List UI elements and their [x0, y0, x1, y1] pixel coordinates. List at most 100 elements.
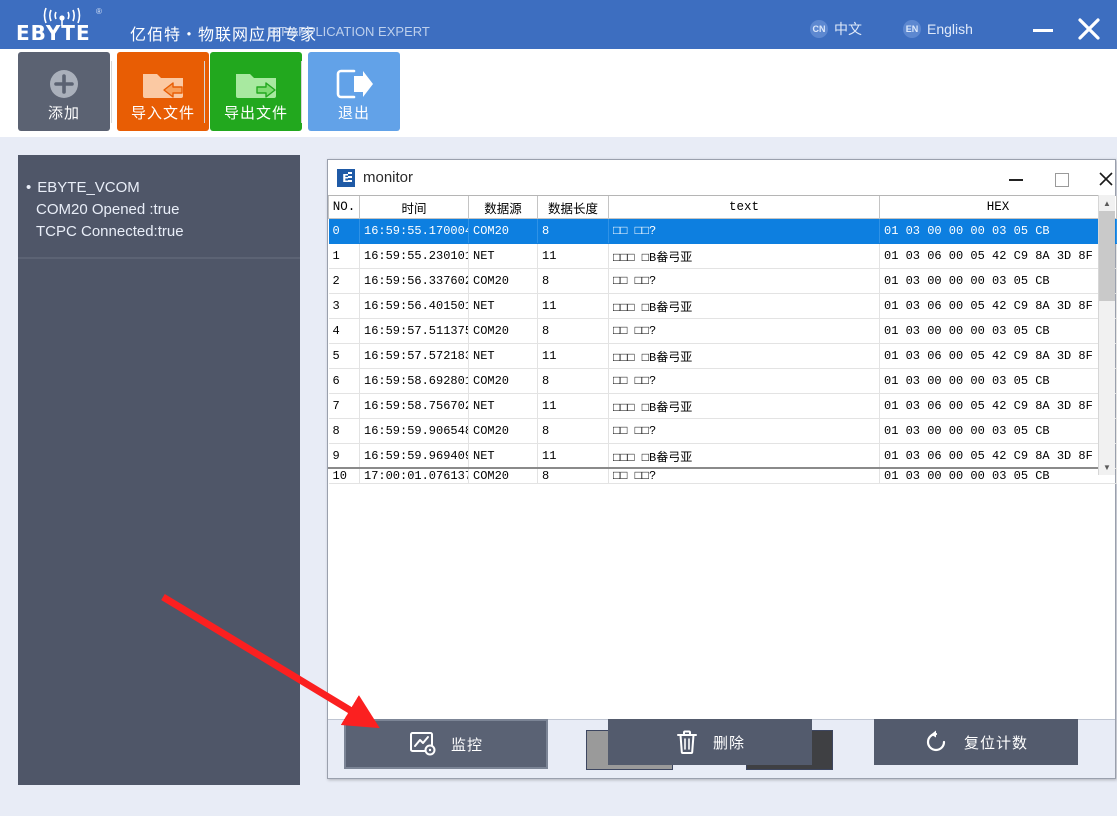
toolbar-button-import[interactable]: 导入文件: [117, 52, 209, 131]
monitor-action-button[interactable]: 监控: [344, 719, 548, 769]
language-switch-english[interactable]: EN English: [903, 18, 973, 40]
cell-source: NET: [468, 443, 538, 469]
toolbar-divider: [301, 61, 302, 123]
column-header-hex[interactable]: HEX: [879, 196, 1117, 219]
table-row[interactable]: 6 16:59:58.6928017 COM20 8 □□ □□? 01 03 00 00…: [328, 368, 1117, 394]
cell-time: 16:59:56.4015013: [359, 293, 469, 319]
cell-length: 11: [537, 443, 609, 469]
cell-hex: 01 03 06 00 05 42 C9 8A 3D 8F 82: [879, 393, 1117, 419]
cell-no: 8: [328, 418, 360, 444]
column-header-text[interactable]: text: [608, 196, 880, 219]
cell-length: 11: [537, 343, 609, 369]
cell-hex: 01 03 00 00 00 03 05 CB: [879, 318, 1117, 344]
cell-source: COM20: [468, 468, 538, 484]
column-header-length[interactable]: 数据长度: [537, 196, 609, 219]
cell-text: □□□ □B畚弓亚: [608, 393, 880, 419]
device-name: EBYTE_VCOM: [18, 177, 300, 199]
cell-hex: 01 03 06 00 05 42 C9 8A 3D 8F 82: [879, 343, 1117, 369]
cell-no: 0: [328, 218, 360, 244]
main-content-area: EBYTE_VCOM COM20 Opened :true TCPC Conne…: [0, 137, 1117, 816]
monitor-action-label: 监控: [450, 736, 483, 754]
toolbar-label-exit: 退出: [337, 105, 370, 122]
column-header-time[interactable]: 时间: [359, 196, 469, 219]
cell-hex: 01 03 00 00 00 03 05 CB: [879, 468, 1117, 484]
cell-no: 5: [328, 343, 360, 369]
monitor-window-icon: E: [337, 169, 355, 187]
monitor-close-icon[interactable]: [1091, 168, 1117, 190]
toolbar-button-export[interactable]: 导出文件: [210, 52, 302, 131]
cell-no: 4: [328, 318, 360, 344]
device-com-status: COM20 Opened :true: [36, 201, 180, 218]
cell-source: NET: [468, 393, 538, 419]
cell-text: □□ □□?: [608, 218, 880, 244]
table-row[interactable]: 8 16:59:59.9065485 COM20 8 □□ □□? 01 03 00 00…: [328, 418, 1117, 444]
cell-hex: 01 03 06 00 05 42 C9 8A 3D 8F 82: [879, 293, 1117, 319]
cell-time: 16:59:58.7567020: [359, 393, 469, 419]
toolbar-button-add[interactable]: 添加: [18, 52, 110, 131]
cell-source: COM20: [468, 418, 538, 444]
table-row[interactable]: 5 16:59:57.5721831 NET 11 □□□ □B畚弓亚 01 03 06 …: [328, 343, 1117, 369]
column-header-no[interactable]: NO.: [328, 196, 360, 219]
table-row[interactable]: 2 16:59:56.3376022 COM20 8 □□ □□? 01 03 00 00…: [328, 268, 1117, 294]
table-row[interactable]: 4 16:59:57.5113752 COM20 8 □□ □□? 01 03 00 00…: [328, 318, 1117, 344]
trash-icon: [675, 729, 699, 755]
cell-source: COM20: [468, 318, 538, 344]
cell-source: COM20: [468, 218, 538, 244]
table-row[interactable]: 3 16:59:56.4015013 NET 11 □□□ □B畚弓亚 01 03 06 …: [328, 293, 1117, 319]
cell-text: □□□ □B畚弓亚: [608, 293, 880, 319]
device-list-divider: [18, 257, 300, 259]
reset-counter-action-button[interactable]: 复位计数: [874, 719, 1078, 765]
delete-action-label: 删除: [712, 734, 745, 752]
en-badge-icon: EN: [903, 20, 921, 38]
scroll-up-icon[interactable]: ▲: [1099, 195, 1115, 211]
toolbar-button-exit[interactable]: 退出: [308, 52, 400, 131]
device-list-panel: EBYTE_VCOM COM20 Opened :true TCPC Conne…: [18, 155, 300, 785]
cell-time: 16:59:55.2301014: [359, 243, 469, 269]
device-list-item[interactable]: EBYTE_VCOM COM20 Opened :true TCPC Conne…: [18, 177, 300, 243]
folder-import-icon: [117, 64, 209, 104]
column-header-source[interactable]: 数据源: [468, 196, 538, 219]
cell-text: □□□ □B畚弓亚: [608, 343, 880, 369]
cell-length: 8: [537, 268, 609, 294]
close-icon[interactable]: [1074, 14, 1104, 44]
language-label-en: English: [927, 21, 973, 37]
delete-action-button[interactable]: 删除: [608, 719, 812, 765]
scrollbar-thumb[interactable]: [1099, 211, 1115, 301]
language-label-cn: 中文: [834, 21, 862, 37]
monitor-minimize-icon[interactable]: [1001, 168, 1031, 190]
monitor-chart-icon: [409, 731, 437, 757]
reset-counter-icon: [924, 729, 950, 755]
monitor-maximize-icon[interactable]: [1046, 168, 1076, 190]
cell-source: NET: [468, 293, 538, 319]
table-row[interactable]: 7 16:59:58.7567020 NET 11 □□□ □B畚弓亚 01 03 06 …: [328, 393, 1117, 419]
toolbar-label-import: 导入文件: [130, 105, 195, 122]
table-row[interactable]: 9 16:59:59.9694099 NET 11 □□□ □B畚弓亚 01 03 06 …: [328, 443, 1117, 469]
exit-icon: [308, 64, 400, 104]
minimize-icon[interactable]: [1030, 18, 1056, 40]
monitor-title-bar: E monitor: [328, 160, 1115, 196]
cell-length: 8: [537, 418, 609, 444]
cell-source: NET: [468, 343, 538, 369]
cell-text: □□ □□?: [608, 468, 880, 484]
ebyte-logo: ® EBYTE: [10, 6, 122, 44]
cell-no: 6: [328, 368, 360, 394]
cell-time: 17:00:01.0761370: [359, 468, 469, 484]
cell-length: 11: [537, 243, 609, 269]
cell-source: COM20: [468, 368, 538, 394]
scroll-down-icon[interactable]: ▼: [1099, 459, 1115, 475]
table-row[interactable]: 0 16:59:55.1700040 COM20 8 □□ □□? 01 03 00 00…: [328, 218, 1117, 244]
cell-hex: 01 03 00 00 00 03 05 CB: [879, 418, 1117, 444]
cell-time: 16:59:55.1700040: [359, 218, 469, 244]
monitor-window-title: monitor: [363, 169, 414, 186]
cell-hex: 01 03 06 00 05 42 C9 8A 3D 8F 82: [879, 443, 1117, 469]
table-row[interactable]: 10 17:00:01.0761370 COM20 8 □□ □□? 01 03 00 0…: [328, 468, 1117, 484]
table-row[interactable]: 1 16:59:55.2301014 NET 11 □□□ □B畚弓亚 01 03 06 …: [328, 243, 1117, 269]
cell-length: 8: [537, 368, 609, 394]
monitor-table-scrollbar[interactable]: ▲ ▼: [1098, 195, 1115, 475]
table-body-bottom-edge: [328, 467, 1099, 469]
cell-time: 16:59:56.3376022: [359, 268, 469, 294]
table-header-row: NO. 时间 数据源 数据长度 text HEX: [328, 196, 1117, 219]
monitor-log-table-area: NO. 时间 数据源 数据长度 text HEX 0 16:59:55.17000…: [328, 195, 1117, 753]
language-switch-chinese[interactable]: CN 中文: [810, 18, 862, 40]
folder-export-icon: [210, 64, 302, 104]
